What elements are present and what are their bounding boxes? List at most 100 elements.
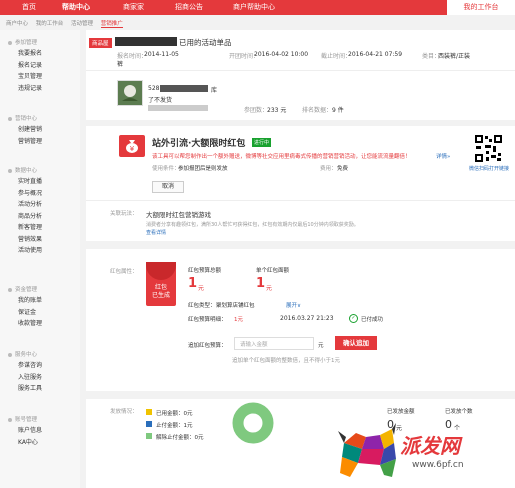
promo-detail-link[interactable]: 详情» xyxy=(436,152,450,160)
nav-help-center[interactable]: 帮助中心 xyxy=(62,0,90,15)
redpacket-card-line2: 已生成 xyxy=(151,292,170,299)
promo-status-badge: 进行中 xyxy=(252,138,272,147)
legend-swatch-paid xyxy=(146,421,152,427)
sidebar-group-data: 数据中心 实时直播 参与概况 活动分析 商品分析 新客管理 营销效果 活动使用 xyxy=(8,166,42,257)
qr-code-icon xyxy=(474,134,503,163)
fee-value: 免费 xyxy=(337,166,349,172)
sidebar-group-title: 资金管理 xyxy=(8,285,42,295)
budget-unit: 元 xyxy=(198,285,205,292)
associated-title: 大额限时红包营销游戏 xyxy=(146,211,211,219)
single-value: 1 xyxy=(256,276,266,291)
add-budget-input[interactable]: 请输入金额 xyxy=(234,337,314,350)
category: 西装裤/正装 xyxy=(438,53,471,60)
sidebar-item[interactable]: 营销效果 xyxy=(8,234,42,246)
sidebar-group-account: 账号管理 账户信息 KA中心 xyxy=(8,415,42,448)
sidebar-item[interactable]: 活动分析 xyxy=(8,199,42,211)
nav-home[interactable]: 首页 xyxy=(22,0,36,15)
section-gap xyxy=(86,391,515,399)
product-thumbnail[interactable] xyxy=(117,80,143,106)
breadcrumb-item[interactable]: 商户中心 xyxy=(6,21,28,27)
distribution-used: 已用金额：0元 xyxy=(156,411,193,417)
product-id-prefix: 528 xyxy=(148,85,160,92)
sidebar-item[interactable]: 创建营销 xyxy=(8,124,42,136)
sidebar-group-marketing: 营销中心 创建营销 营销管理 xyxy=(8,114,42,147)
single-label: 单个红包面额 xyxy=(256,268,290,274)
sidebar-item[interactable]: 入驻服务 xyxy=(8,372,42,384)
sidebar-item[interactable]: 违规记录 xyxy=(8,83,42,95)
promo-title: 站外引流·大额限时红包 xyxy=(152,139,246,149)
budget-value: 1 xyxy=(188,276,198,291)
sidebar-item[interactable]: 宝贝管理 xyxy=(8,71,42,83)
sidebar-item[interactable]: 我的账单 xyxy=(8,295,42,307)
end-time: 2016-04-21 07:59 xyxy=(348,51,403,58)
qr-label[interactable]: 微信扫码打开链接 xyxy=(469,165,509,172)
sidebar-item[interactable]: 商品分析 xyxy=(8,211,42,223)
expand-link[interactable]: 展开∨ xyxy=(286,301,301,309)
sidebar-item[interactable]: 实时直播 xyxy=(8,176,42,188)
legend-swatch-refunded xyxy=(146,433,152,439)
associated-desc: 消费者分享有趣领红包，满所30人帮忙可获得红包，红包有效期内仅最后10分钟内领取… xyxy=(146,222,359,228)
sidebar-item[interactable]: 参与概况 xyxy=(8,188,42,200)
nav-announce[interactable]: 招商公告 xyxy=(175,0,203,15)
breadcrumb-current: 营销推广 xyxy=(100,21,123,28)
sidebar-item[interactable]: 新客管理 xyxy=(8,222,42,234)
sidebar-group-signup: 参加管理 我要报名 报名记录 宝贝管理 违规记录 xyxy=(8,38,42,94)
sidebar-item[interactable]: 报名记录 xyxy=(8,60,42,72)
single-unit: 元 xyxy=(266,285,273,292)
section-gap xyxy=(86,120,515,126)
divider xyxy=(86,70,515,71)
sidebar-group-title: 账号管理 xyxy=(8,415,42,425)
redpacket-card: 红包 已生成 xyxy=(146,262,176,306)
watermark-url: www.6pf.cn xyxy=(412,460,464,470)
sidebar-group-title: 参加管理 xyxy=(8,38,42,48)
product-desc: 了不发货 xyxy=(148,97,173,104)
usage-detail-value: 1元 xyxy=(234,317,243,323)
sidebar-group-service: 服务中心 参谋咨询 入驻服务 服务工具 xyxy=(8,350,42,395)
sidebar-item[interactable]: 服务工具 xyxy=(8,383,42,395)
watermark-brand: 派发网 xyxy=(400,434,460,458)
breadcrumb-item[interactable]: 活动管理 xyxy=(71,21,93,27)
legend-swatch-used xyxy=(146,409,152,415)
issued-label: 已发放金额 xyxy=(387,409,415,415)
paid-status: 已付成功 xyxy=(361,317,384,323)
add-budget-placeholder: 请输入金额 xyxy=(240,342,268,348)
section-gap xyxy=(86,241,515,249)
confirm-add-button[interactable]: 确认追加 xyxy=(335,336,377,350)
nav-seller[interactable]: 商家家 xyxy=(123,0,144,15)
sidebar-item[interactable]: 保证金 xyxy=(8,307,42,319)
activity-title: 已用的活动单品 xyxy=(179,38,232,47)
divider xyxy=(86,200,515,201)
top-nav-bar: 首页 帮助中心 商家家 招商公告 商户帮助中心 我的工作台 xyxy=(0,0,515,15)
redacted-block xyxy=(148,105,208,111)
cancel-button[interactable]: 取消 xyxy=(152,181,184,193)
activity-badge: 商品屋 xyxy=(89,38,112,48)
signup-time: 2014-11-05 xyxy=(144,51,179,58)
sidebar-group-title: 营销中心 xyxy=(8,114,42,124)
end-time-label: 截止时间： xyxy=(321,53,352,60)
add-budget-hint: 追加单个红包面额的整数倍，且不得小于1元 xyxy=(232,358,341,364)
usage-date: 2016.03.27 21:23 xyxy=(280,315,334,322)
redpacket-bag-icon: ¥ xyxy=(119,135,145,157)
distribution-refunded: 解除止付金额：0元 xyxy=(156,435,204,441)
distribution-donut xyxy=(232,402,274,444)
breadcrumb-item[interactable]: 我的工作台 xyxy=(36,21,64,27)
sidebar-item[interactable]: 收款管理 xyxy=(8,318,42,330)
nav-merchant-help[interactable]: 商户帮助中心 xyxy=(233,0,275,15)
sidebar-item[interactable]: 账户信息 xyxy=(8,425,42,437)
sidebar-item[interactable]: 参谋咨询 xyxy=(8,360,42,372)
sidebar-item[interactable]: KA中心 xyxy=(8,437,42,449)
ranking: 9 件 xyxy=(332,107,344,114)
sidebar-group-funds: 资金管理 我的账单 保证金 收款管理 xyxy=(8,285,42,330)
associated-link[interactable]: 查看详情 xyxy=(146,229,166,236)
sidebar-item[interactable]: 我要报名 xyxy=(8,48,42,60)
sidebar: 参加管理 我要报名 报名记录 宝贝管理 违规记录 营销中心 创建营销 营销管理 … xyxy=(0,30,80,488)
type-value: 聚划算店铺红包 xyxy=(216,303,255,309)
redacted-block xyxy=(160,85,208,92)
fee-label: 费用： xyxy=(320,166,337,172)
budget-label: 红包预算总额 xyxy=(188,268,222,274)
nav-my-workbench[interactable]: 我的工作台 xyxy=(447,0,515,15)
distribution-paid: 止付金额：1元 xyxy=(156,423,193,429)
sidebar-item[interactable]: 活动使用 xyxy=(8,245,42,257)
sidebar-item[interactable]: 营销管理 xyxy=(8,136,42,148)
promo-desc: 该工具可以帮您制作出一个额外赠送，微博等社交应用里病毒式传播的营销营销活动，让您… xyxy=(152,154,411,160)
